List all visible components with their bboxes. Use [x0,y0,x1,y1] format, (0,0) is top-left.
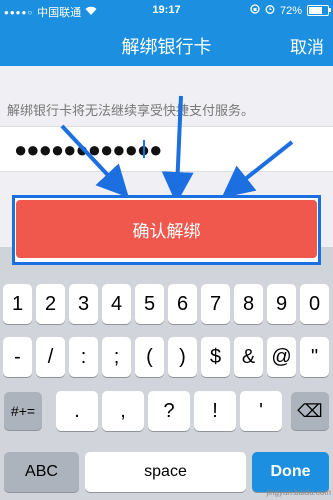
status-bar: ●●●●○ 中国联通 19:17 72% [0,0,333,22]
number-key-7[interactable]: 8 [234,284,263,324]
done-key[interactable]: Done [252,452,329,492]
password-dots: ●●●●●●●●●●●● [14,137,162,162]
number-key-4[interactable]: 5 [135,284,164,324]
symbol-key-2[interactable]: : [69,337,98,377]
symbol-key-7[interactable]: & [234,337,263,377]
punctuation-key-3[interactable]: ! [194,391,236,431]
abc-key[interactable]: ABC [4,452,79,492]
punctuation-key-2[interactable]: ? [148,391,190,431]
number-key-9[interactable]: 0 [300,284,329,324]
punctuation-key-0[interactable]: . [56,391,98,431]
page-title: 解绑银行卡 [121,37,212,57]
number-key-5[interactable]: 6 [168,284,197,324]
number-key-6[interactable]: 7 [201,284,230,324]
backspace-key[interactable]: ⌫ [291,392,329,430]
number-key-2[interactable]: 3 [69,284,98,324]
password-field[interactable]: ●●●●●●●●●●●● [0,126,333,172]
number-key-1[interactable]: 2 [36,284,65,324]
punctuation-key-4[interactable]: ' [240,391,282,431]
symbol-key-0[interactable]: - [3,337,32,377]
symbol-key-3[interactable]: ; [102,337,131,377]
battery-percent: 72% [279,4,302,17]
symbol-key-4[interactable]: ( [135,337,164,377]
unbind-notice: 解绑银行卡将无法继续享受快捷支付服务。 [7,103,255,118]
space-key[interactable]: space [85,452,246,492]
symbol-key-9[interactable]: " [300,337,329,377]
text-caret [143,140,145,158]
symbol-key-6[interactable]: $ [201,337,230,377]
confirm-unbind-button[interactable]: 确认解绑 [16,200,317,258]
symbol-key-5[interactable]: ) [168,337,197,377]
cancel-button[interactable]: 取消 [290,33,324,58]
watermark: jingyan.baidu.com [266,488,331,497]
alarm-icon [265,4,275,17]
rotation-lock-icon [250,4,260,17]
punctuation-key-1[interactable]: , [102,391,144,431]
keyboard: 1234567890 - /:;() $ & @ " #+= ⌫ .,?! ' ABC sp… [0,274,333,500]
symbol-key-1[interactable]: / [36,337,65,377]
number-key-0[interactable]: 1 [3,284,32,324]
number-key-8[interactable]: 9 [267,284,296,324]
symbol-key-8[interactable]: @ [267,337,296,377]
battery-icon [307,5,331,16]
more-symbols-key[interactable]: #+= [4,392,42,430]
nav-bar: 解绑银行卡 取消 [0,22,333,66]
number-key-3[interactable]: 4 [102,284,131,324]
